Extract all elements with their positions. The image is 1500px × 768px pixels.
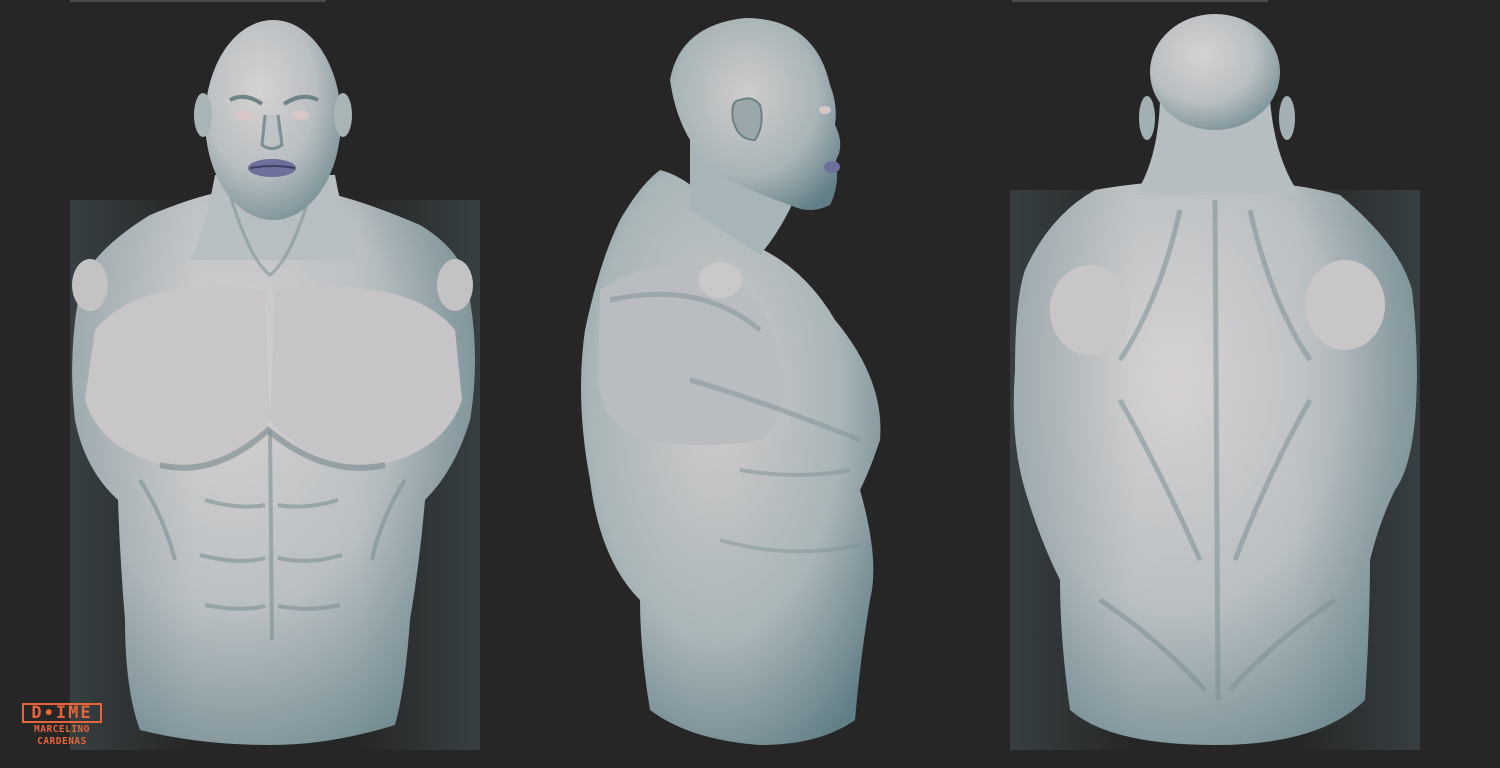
back-left-deltoid bbox=[1050, 265, 1130, 355]
logo-line2: CARDENAS bbox=[37, 736, 87, 747]
logo-mark: D∙IME bbox=[22, 703, 102, 723]
front-right-pec bbox=[270, 286, 462, 466]
front-left-pec bbox=[85, 286, 270, 466]
back-right-ear bbox=[1279, 96, 1295, 140]
front-view-bust bbox=[70, 20, 480, 750]
side-torso bbox=[581, 170, 881, 745]
side-lips bbox=[824, 161, 840, 173]
back-view-bust bbox=[1010, 14, 1420, 750]
back-head bbox=[1150, 14, 1280, 130]
side-eye bbox=[819, 106, 831, 114]
back-left-ear bbox=[1139, 96, 1155, 140]
front-left-ear bbox=[194, 93, 212, 137]
front-left-eye bbox=[235, 110, 253, 120]
logo-line1: MARCELINO bbox=[34, 724, 90, 735]
back-right-deltoid bbox=[1305, 260, 1385, 350]
front-right-eye bbox=[291, 110, 309, 120]
artist-logo: D∙IME MARCELINO CARDENAS bbox=[22, 703, 102, 747]
side-view-bust bbox=[581, 18, 881, 745]
render-canvas: D∙IME MARCELINO CARDENAS bbox=[0, 0, 1500, 768]
sculpt-views bbox=[70, 14, 1420, 750]
front-right-ear bbox=[334, 93, 352, 137]
